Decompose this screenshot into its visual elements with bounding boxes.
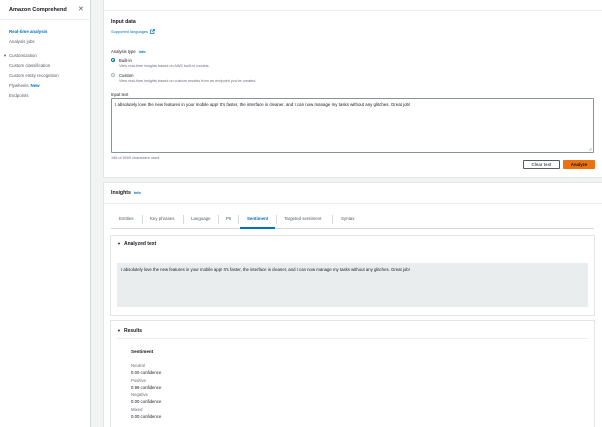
external-link-icon [150,29,155,34]
analyzed-text-header[interactable]: ▼ Analyzed text [117,241,156,247]
tab-separator [142,215,143,224]
nav-item-real-time-analysis[interactable]: Real-time analysis [9,29,47,34]
analyzed-text-box: I absolutely love the new features in yo… [117,263,588,307]
results-divider [117,338,588,339]
nav-section-label: Customization [8,53,37,58]
panel-divider [104,10,602,11]
tab-separator [238,215,239,224]
tabs-border [111,228,594,229]
analyzed-text-title: Analyzed text [123,241,157,247]
new-badge: New [30,83,40,88]
builtin-label[interactable]: Built-in [119,58,132,63]
results-title: Results [123,328,143,334]
tab-syntax[interactable]: Syntax [341,216,354,221]
tab-targeted-sentiment[interactable]: Targeted sentiment [284,216,321,221]
tab-entities[interactable]: Entities [119,216,133,221]
mixed-value: 0.00 confidence [131,414,162,419]
results-section [111,321,594,427]
tab-sentiment[interactable]: Sentiment [247,216,268,221]
input-data-title: Input data [111,19,136,25]
side-navigation: Amazon Comprehend ✕ Real-time analysis A… [0,0,91,427]
neutral-value: 0.00 confidence [131,370,162,375]
builtin-description: View real-time insights based on AWS bui… [119,64,210,68]
close-icon[interactable]: ✕ [78,6,84,13]
insights-title: Insights Info [111,190,141,196]
nav-item-analysis-jobs[interactable]: Analysis jobs [9,39,35,44]
active-tab-indicator [240,227,275,229]
panel-divider [104,203,602,204]
nav-item-flywheels[interactable]: Flywheels New [9,83,40,88]
tab-separator [276,215,277,224]
tab-separator [218,215,219,224]
negative-label: Negative [131,392,148,397]
tab-pii[interactable]: PII [226,216,231,221]
nav-section-customization[interactable]: ▼ Customization [3,53,37,58]
tab-language[interactable]: Language [191,216,211,221]
builtin-radio[interactable] [111,58,115,62]
caret-down-icon: ▼ [3,53,7,58]
tab-key-phrases[interactable]: Key phrases [150,216,174,221]
nav-item-label: Flywheels [9,83,29,88]
custom-description: View real-time insights based on custom … [119,79,257,83]
custom-label[interactable]: Custom [119,73,133,78]
insights-title-text: Insights [111,190,131,196]
sentiment-heading: Sentiment [131,349,154,354]
caret-down-icon: ▼ [117,241,121,246]
nav-item-custom-classification[interactable]: Custom classification [9,63,50,68]
character-count: 156 of 5000 characters used. [111,156,161,160]
clear-text-button[interactable]: Clear text [523,160,560,169]
resize-handle-icon[interactable] [588,147,592,151]
caret-down-icon: ▼ [117,328,121,333]
analyze-button[interactable]: Analyze [563,160,595,169]
custom-radio[interactable] [111,73,115,77]
tab-separator [332,215,333,224]
input-text-value: I absolutely love the new features in yo… [115,102,411,107]
info-link[interactable]: Info [139,50,146,54]
results-header[interactable]: ▼ Results [117,328,142,334]
mixed-label: Mixed [131,407,143,412]
supported-languages-label: Supported languages [111,29,148,34]
analyzed-text-content: I absolutely love the new features in yo… [121,267,410,272]
nav-item-endpoints[interactable]: Endpoints [9,93,29,98]
positive-value: 0.99 confidence [131,385,162,390]
tab-separator [183,215,184,224]
analysis-type-text: Analysis type [111,49,136,54]
info-link[interactable]: Info [134,191,141,195]
negative-value: 0.00 confidence [131,399,162,404]
nav-item-custom-entity-recognition[interactable]: Custom entity recognition [9,73,59,78]
input-text-area[interactable]: I absolutely love the new features in yo… [111,98,594,153]
positive-label: Positive [131,378,147,383]
divider [0,19,91,20]
neutral-label: Neutral [131,363,145,368]
service-title[interactable]: Amazon Comprehend [9,7,67,13]
analysis-type-label: Analysis type Info [111,49,146,54]
input-text-label: Input text [111,92,129,97]
supported-languages-link[interactable]: Supported languages [111,29,155,34]
